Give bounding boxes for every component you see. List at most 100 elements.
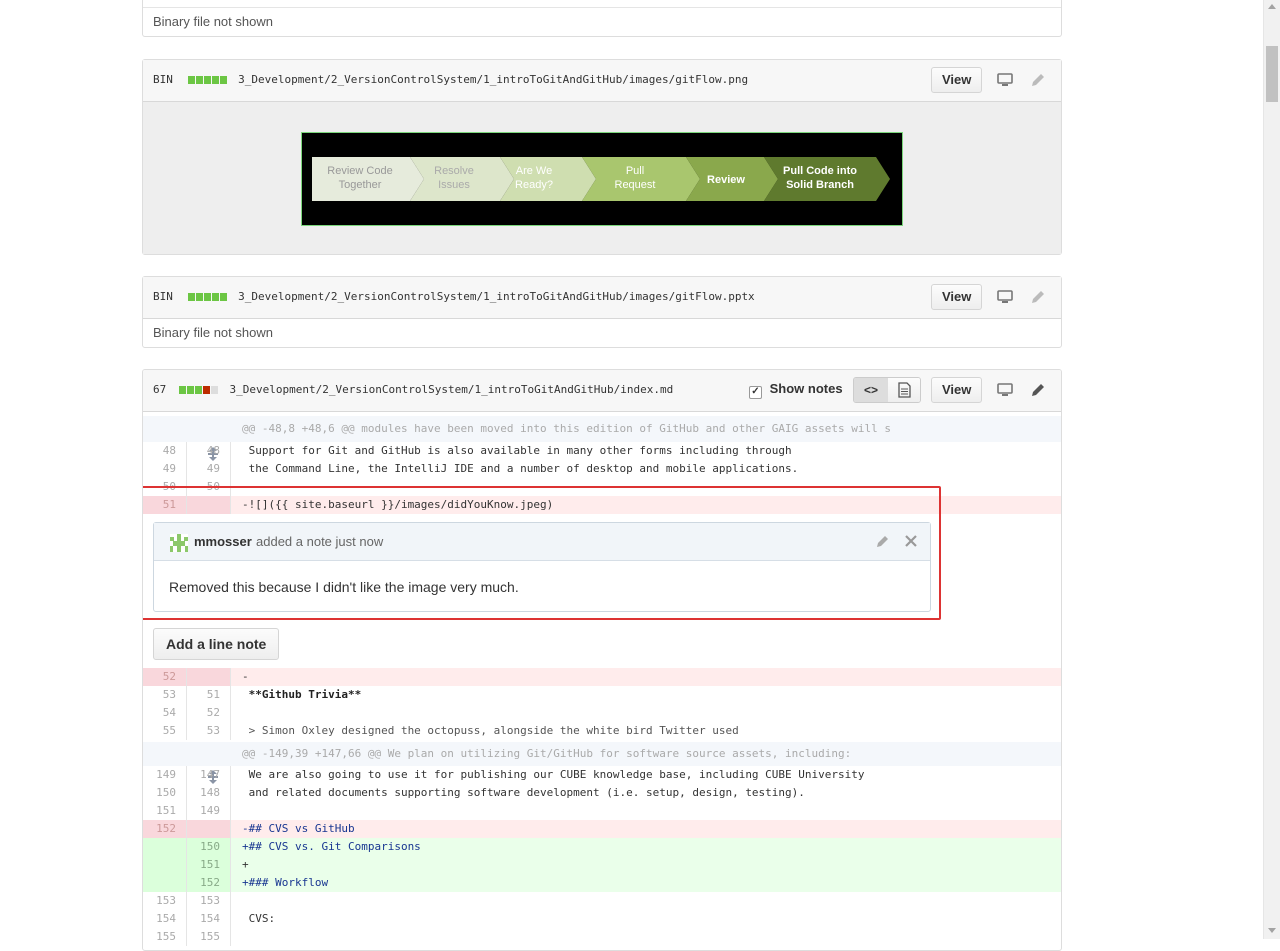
diff-line[interactable]: 153 153 xyxy=(143,892,1061,910)
old-line-number[interactable]: 50 xyxy=(143,478,187,496)
pencil-icon xyxy=(1029,71,1047,89)
old-line-number[interactable] xyxy=(143,838,187,856)
new-line-number[interactable]: 151 xyxy=(187,856,231,874)
new-line-number[interactable] xyxy=(187,820,231,838)
view-file-button[interactable]: View xyxy=(931,67,983,93)
scrollbar[interactable] xyxy=(1263,0,1280,939)
diff-line[interactable]: 55 53 > Simon Oxley designed the octopuss… xyxy=(143,722,1061,740)
new-line-number[interactable]: 147 xyxy=(187,766,231,784)
new-line-number[interactable]: 154 xyxy=(187,910,231,928)
source-view-button[interactable]: <> xyxy=(854,378,889,402)
code-icon: <> xyxy=(863,383,878,397)
binary-message: Binary file not shown xyxy=(153,325,273,340)
svg-text:Request: Request xyxy=(615,179,656,191)
diff-line[interactable]: 151 + xyxy=(143,856,1061,874)
show-notes-label: Show notes xyxy=(769,381,843,396)
file-path[interactable]: 3_Development/2_VersionControlSystem/1_i… xyxy=(230,383,674,396)
line-code: Support for Git and GitHub is also avail… xyxy=(242,444,792,457)
image-preview-area: Review Code Together Resolve Issues Are We… xyxy=(143,102,1061,254)
old-line-number[interactable]: 51 xyxy=(143,496,187,514)
old-line-number[interactable]: 49 xyxy=(143,460,187,478)
diff-line[interactable]: 149 147 We are also going to use it for p… xyxy=(143,766,1061,784)
old-line-number[interactable]: 53 xyxy=(143,686,187,704)
file-header: 67 3_Development/2_VersionControlSystem/… xyxy=(143,370,1061,412)
new-line-number[interactable]: 51 xyxy=(187,686,231,704)
diff-line[interactable]: 152 +### Workflow xyxy=(143,874,1061,892)
diff-line[interactable]: 151 149 xyxy=(143,802,1061,820)
new-line-number[interactable]: 48 xyxy=(187,442,231,460)
scrollbar-thumb[interactable] xyxy=(1266,46,1278,102)
view-toggle-group: <> xyxy=(853,377,921,403)
old-line-number[interactable]: 155 xyxy=(143,928,187,946)
scroll-up-arrow[interactable] xyxy=(1268,4,1276,9)
diff-line[interactable]: 49 49 the Command Line, the IntelliJ IDE … xyxy=(143,460,1061,478)
line-code: We are also going to use it for publishi… xyxy=(242,768,865,781)
old-line-number[interactable]: 153 xyxy=(143,892,187,910)
new-line-number[interactable] xyxy=(187,668,231,686)
desktop-icon[interactable] xyxy=(996,71,1014,89)
line-code: the Command Line, the IntelliJ IDE and a… xyxy=(242,462,799,475)
diff-line[interactable]: 152 -## CVS vs GitHub xyxy=(143,820,1061,838)
new-line-number[interactable]: 152 xyxy=(187,874,231,892)
note-header: mmosser added a note just now xyxy=(154,523,930,561)
hunk-text: @@ -149,39 +147,66 @@ We plan on utilizi… xyxy=(242,747,852,760)
scroll-down-arrow[interactable] xyxy=(1268,928,1276,933)
diff-line[interactable]: 150 +## CVS vs. Git Comparisons xyxy=(143,838,1061,856)
old-line-number[interactable]: 52 xyxy=(143,668,187,686)
old-line-number[interactable]: 151 xyxy=(143,802,187,820)
desktop-icon[interactable] xyxy=(996,381,1014,399)
new-line-number[interactable]: 53 xyxy=(187,722,231,740)
diff-body: @@ -48,8 +48,6 @@ modules have been move… xyxy=(143,412,1061,950)
old-line-number[interactable]: 154 xyxy=(143,910,187,928)
new-line-number[interactable]: 150 xyxy=(187,838,231,856)
diff-line[interactable]: 51 -![]({{ site.baseurl }}/images/didYouK… xyxy=(143,496,1061,514)
pencil-icon[interactable] xyxy=(875,533,891,552)
line-code: and related documents supporting softwar… xyxy=(242,786,805,799)
close-icon[interactable] xyxy=(903,533,919,552)
old-line-number[interactable] xyxy=(143,874,187,892)
old-line-number[interactable] xyxy=(143,856,187,874)
view-file-button[interactable]: View xyxy=(931,284,983,310)
old-line-number[interactable]: 152 xyxy=(143,820,187,838)
show-notes-checkbox[interactable]: ✓ xyxy=(749,386,762,399)
diffstat xyxy=(187,74,228,87)
note-author[interactable]: mmosser xyxy=(194,534,252,549)
new-line-number[interactable]: 153 xyxy=(187,892,231,910)
desktop-icon[interactable] xyxy=(996,288,1014,306)
file-path[interactable]: 3_Development/2_VersionControlSystem/1_i… xyxy=(238,290,755,303)
new-line-number[interactable]: 148 xyxy=(187,784,231,802)
new-line-number[interactable]: 155 xyxy=(187,928,231,946)
hunk-header: @@ -48,8 +48,6 @@ modules have been move… xyxy=(143,416,1061,461)
line-code: **Github Trivia** xyxy=(242,688,362,701)
diff-line[interactable]: 150 148 and related documents supporting … xyxy=(143,784,1061,802)
old-line-number[interactable]: 149 xyxy=(143,766,187,784)
view-file-button[interactable]: View xyxy=(931,377,983,403)
diff-line[interactable]: 154 154 CVS: xyxy=(143,910,1061,928)
new-line-number[interactable]: 49 xyxy=(187,460,231,478)
pencil-icon[interactable] xyxy=(1029,381,1047,399)
line-code: > Simon Oxley designed the octopuss, alo… xyxy=(242,724,739,737)
new-line-number[interactable]: 52 xyxy=(187,704,231,722)
rich-view-button[interactable] xyxy=(888,378,920,402)
diff-line[interactable]: 54 52 xyxy=(143,704,1061,722)
new-line-number[interactable]: 50 xyxy=(187,478,231,496)
new-line-number[interactable]: 149 xyxy=(187,802,231,820)
old-line-number[interactable]: 150 xyxy=(143,784,187,802)
old-line-number[interactable]: 48 xyxy=(143,442,187,460)
old-line-number[interactable]: 54 xyxy=(143,704,187,722)
line-code: +### Workflow xyxy=(242,876,329,889)
diffstat xyxy=(178,384,219,397)
diff-line[interactable]: 155 155 xyxy=(143,928,1061,946)
diff-line[interactable]: 53 51 **Github Trivia** xyxy=(143,686,1061,704)
diff-line[interactable]: 50 50 xyxy=(143,478,1061,496)
file-header: BIN 3_Development/2_VersionControlSystem… xyxy=(143,277,1061,319)
old-line-number[interactable]: 55 xyxy=(143,722,187,740)
line-code: -![]({{ site.baseurl }}/images/didYouKno… xyxy=(242,498,554,511)
note-card: mmosser added a note just now Removed th… xyxy=(153,522,931,612)
diff-line[interactable]: 52 - xyxy=(143,668,1061,686)
show-notes-toggle[interactable]: ✓ Show notes xyxy=(749,381,843,399)
diff-line[interactable]: 48 48 Support for Git and GitHub is also … xyxy=(143,442,1061,460)
add-line-note-button[interactable]: Add a line note xyxy=(153,628,280,660)
file-path[interactable]: 3_Development/2_VersionControlSystem/1_i… xyxy=(238,73,748,86)
new-line-number[interactable] xyxy=(187,496,231,514)
